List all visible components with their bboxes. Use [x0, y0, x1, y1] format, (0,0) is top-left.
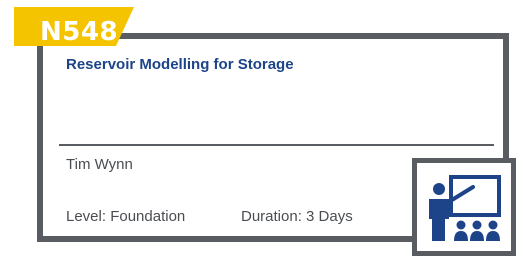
- classroom-training-icon: [429, 175, 501, 241]
- course-trainer: Tim Wynn: [66, 156, 133, 173]
- course-card-stage: N548 Reservoir Modelling for Storage Tim…: [0, 0, 522, 260]
- course-duration: Duration: 3 Days: [241, 208, 353, 225]
- course-code: N548: [40, 17, 119, 47]
- course-code-badge: N548: [14, 7, 134, 46]
- course-type-icon-box: [412, 158, 516, 256]
- course-level: Level: Foundation: [66, 208, 186, 225]
- course-title[interactable]: Reservoir Modelling for Storage: [66, 56, 294, 73]
- divider: [59, 144, 494, 146]
